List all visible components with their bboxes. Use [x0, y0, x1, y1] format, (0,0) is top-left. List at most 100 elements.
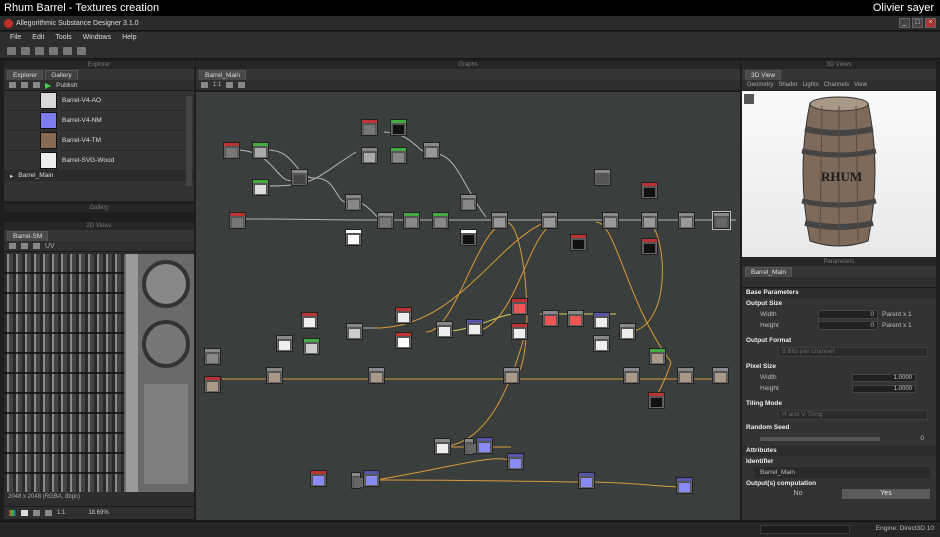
graph-node[interactable]	[570, 234, 587, 251]
explorer-scrollbar[interactable]	[186, 96, 192, 186]
output-width-mode[interactable]: Parent x 1	[882, 311, 930, 318]
publish-icon[interactable]: ▶	[45, 81, 51, 90]
graph-node[interactable]	[423, 142, 440, 159]
graph-node[interactable]	[403, 212, 420, 229]
graph-node[interactable]	[368, 367, 385, 384]
graph-node[interactable]	[507, 453, 524, 470]
graph-node[interactable]	[460, 194, 477, 211]
list-item[interactable]: Barrel-SVG-Wood	[4, 151, 194, 171]
graph-node[interactable]	[346, 323, 363, 340]
tab-params-barrel-main[interactable]: Barrel_Main	[745, 267, 793, 277]
close-button[interactable]: ×	[925, 18, 936, 28]
graph-node[interactable]	[466, 319, 483, 336]
graph-node[interactable]	[377, 212, 394, 229]
graph-node[interactable]	[266, 367, 283, 384]
no-option[interactable]: No	[754, 489, 842, 499]
graph-node[interactable]	[390, 147, 407, 164]
graph-node[interactable]	[511, 323, 528, 340]
layout-icon[interactable]	[9, 243, 16, 249]
tab-3d-view[interactable]: 3D View	[745, 70, 782, 80]
graph-canvas[interactable]	[196, 92, 740, 520]
menu-file[interactable]: File	[10, 32, 21, 44]
identifier-field[interactable]: Barrel_Main	[754, 467, 930, 478]
graph-node[interactable]	[641, 238, 658, 255]
publish-button[interactable]: Publish	[56, 82, 77, 89]
maximize-button[interactable]: □	[912, 18, 923, 28]
graph-node[interactable]	[434, 438, 451, 455]
menu-lights[interactable]: Lights	[803, 82, 819, 88]
output-width-value[interactable]: 0	[818, 310, 878, 319]
graph-node[interactable]	[252, 179, 269, 196]
save-all-icon[interactable]	[49, 47, 58, 55]
list-item[interactable]: Barrel-V4-TM	[4, 131, 194, 151]
graph-node[interactable]	[593, 335, 610, 352]
random-seed-value[interactable]: 0	[920, 435, 924, 442]
pixel-height-value[interactable]: 1.0000	[852, 384, 916, 393]
graph-node[interactable]	[649, 348, 666, 365]
pixel-width-value[interactable]: 1.0000	[852, 373, 916, 382]
graph-node[interactable]	[252, 142, 269, 159]
fit-icon[interactable]	[201, 82, 208, 88]
menu-tools[interactable]: Tools	[55, 32, 71, 44]
graph-ratio[interactable]: 1:1	[213, 82, 221, 88]
graph-output-node[interactable]	[676, 477, 693, 494]
tab-barrel-sm[interactable]: Barrel-SM	[7, 231, 49, 241]
graph-node[interactable]	[623, 367, 640, 384]
graph-item[interactable]: ▸ Barrel_Main	[4, 171, 194, 181]
undo-icon[interactable]	[63, 47, 72, 55]
graph-node[interactable]	[464, 438, 478, 455]
graph-node[interactable]	[542, 310, 559, 327]
random-seed-slider[interactable]	[760, 436, 880, 441]
graph-node[interactable]	[436, 321, 453, 338]
yes-option[interactable]: Yes	[842, 489, 930, 499]
graph-node[interactable]	[345, 194, 362, 211]
tab-explorer[interactable]: Explorer	[7, 70, 44, 80]
expand-arrow-icon[interactable]: ▸	[10, 172, 13, 180]
graph-node[interactable]	[363, 470, 380, 487]
graph-node[interactable]	[541, 212, 558, 229]
menu-shader[interactable]: Shader	[778, 82, 797, 88]
output-height-mode[interactable]: Parent x 1	[882, 322, 930, 329]
graph-node[interactable]	[602, 212, 619, 229]
graph-node[interactable]	[291, 169, 308, 186]
graph-node[interactable]	[229, 212, 246, 229]
info-icon[interactable]	[45, 510, 52, 516]
list-item[interactable]: Barrel-V4-AO	[4, 91, 194, 111]
graph-node[interactable]	[677, 367, 694, 384]
graph-node[interactable]	[619, 323, 636, 340]
graph-node[interactable]	[204, 348, 221, 365]
graph-node[interactable]	[578, 472, 595, 489]
graph-node[interactable]	[345, 229, 362, 246]
tab-barrel-main[interactable]: Barrel_Main	[199, 70, 247, 80]
graph-node[interactable]	[276, 335, 293, 352]
output-height-value[interactable]: 0	[818, 321, 878, 330]
graph-node[interactable]	[361, 147, 378, 164]
graph-node[interactable]	[641, 182, 658, 199]
menu-geometry[interactable]: Geometry	[747, 82, 773, 88]
graph-node[interactable]	[503, 367, 520, 384]
zoom-label[interactable]: 18.69%	[88, 510, 108, 516]
ratio-label[interactable]: 1:1	[57, 510, 65, 516]
tab-gallery[interactable]: Gallery	[45, 70, 78, 80]
graph-node[interactable]	[712, 367, 729, 384]
graph-node[interactable]	[204, 376, 221, 393]
menu-edit[interactable]: Edit	[32, 32, 44, 44]
menu-view[interactable]: View	[854, 82, 867, 88]
list-item[interactable]: Barrel-V4-NM	[4, 111, 194, 131]
graph-node[interactable]	[678, 212, 695, 229]
menu-windows[interactable]: Windows	[83, 32, 111, 44]
view3d-viewport[interactable]: RHUM	[742, 91, 936, 257]
graph-node[interactable]	[303, 338, 320, 355]
graph-node[interactable]	[460, 229, 477, 246]
attributes-section[interactable]: Attributes	[742, 446, 936, 456]
save-package-icon[interactable]	[33, 82, 40, 88]
tiling-mode-select[interactable]: H and V Tiling	[778, 409, 928, 420]
view-mode-icon[interactable]	[33, 243, 40, 249]
graph-node[interactable]	[395, 332, 412, 349]
graph-node[interactable]	[594, 169, 611, 186]
graph-node[interactable]	[476, 437, 493, 454]
minimize-button[interactable]: _	[899, 18, 910, 28]
menu-help[interactable]: Help	[122, 32, 136, 44]
uv-label[interactable]: UV	[45, 243, 55, 250]
channels-icon[interactable]	[21, 243, 28, 249]
